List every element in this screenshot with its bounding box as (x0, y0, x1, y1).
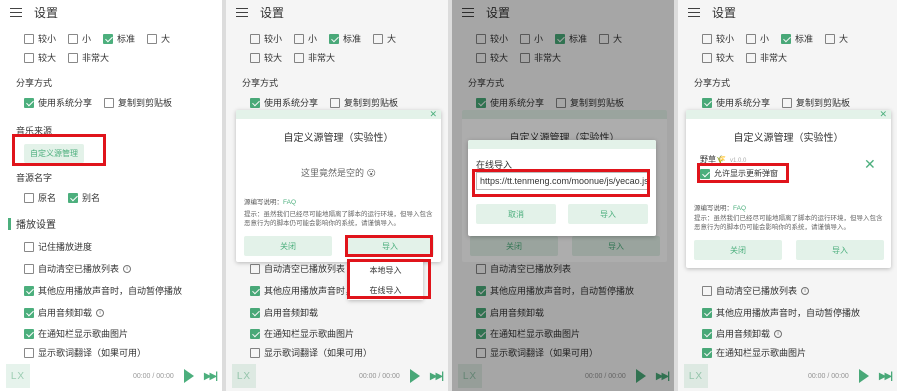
share-option[interactable]: 复制到剪贴板 (104, 96, 172, 109)
close-icon[interactable]: ✕ (429, 110, 437, 120)
playback-item[interactable]: 记住播放进度 (24, 240, 92, 253)
font-size-row-1: 较小 小 标准 大 (24, 32, 178, 45)
item-label: 其他应用播放声音时，自动暂停播放 (38, 286, 183, 296)
faq-link[interactable]: FAQ (283, 199, 296, 206)
close-icon[interactable]: ✕ (879, 110, 887, 120)
font-size-option[interactable]: 较小 (24, 32, 56, 45)
item-label: 显示歌词翻译（如果可用） (38, 348, 147, 358)
empty-text: 这里竟然是空的 😮 (301, 168, 376, 178)
font-size-option[interactable]: 标准 (103, 32, 135, 45)
highlight-box (472, 169, 650, 197)
doc-link-row: 源编写说明：FAQ (694, 202, 746, 212)
option-label: 非常大 (82, 53, 110, 63)
font-size-option[interactable]: 大 (147, 32, 170, 45)
player-bar: LX 00:00 / 00:00 ▶▶| (0, 361, 222, 391)
checkbox[interactable] (24, 263, 34, 274)
option-label: 较大 (38, 53, 57, 63)
info-icon[interactable]: i (96, 308, 105, 317)
checkbox-checked[interactable] (24, 307, 34, 318)
album-cover[interactable]: LX (6, 364, 30, 388)
link-label: 源编写说明： (694, 205, 733, 212)
play-time: 00:00 / 00:00 (132, 372, 174, 380)
checkbox[interactable] (68, 52, 79, 63)
playback-section-title: 播放设置 (8, 216, 56, 231)
option-label: 较小 (38, 34, 57, 44)
import-button[interactable]: 导入 (796, 240, 884, 260)
doc-link-row: 源编写说明：FAQ (244, 196, 296, 206)
info-icon[interactable]: i (123, 264, 132, 273)
section-label: 播放设置 (16, 220, 56, 231)
music-name-options: 原名 别名 (24, 191, 108, 204)
music-name-section-title: 音源名字 (16, 173, 53, 183)
checkbox[interactable] (104, 97, 115, 108)
option-label: 使用系统分享 (38, 98, 93, 108)
link-label: 源编写说明： (244, 199, 283, 206)
checkbox-checked[interactable] (68, 192, 79, 203)
close-button[interactable]: 关闭 (694, 240, 782, 260)
share-option[interactable]: 使用系统分享 (24, 96, 92, 109)
next-icon[interactable]: ▶▶| (204, 371, 218, 382)
warning-tip: 提示：虽然我们已经尽可能地隔离了脚本的运行环境，但导入包含恶意行为的脚本仍可能会… (244, 211, 433, 227)
option-label: 别名 (82, 193, 101, 203)
highlight-box (345, 235, 433, 257)
option-label: 原名 (38, 193, 57, 203)
dialog-header: ✕ (686, 110, 891, 119)
dialog-header: ✕ (236, 110, 441, 119)
share-section-title: 分享方式 (16, 78, 53, 88)
checkbox[interactable] (24, 347, 34, 358)
font-size-option[interactable]: 非常大 (68, 51, 109, 64)
settings-panel-2: 设置 较小 小 标准 大 较大 非常大 分享方式 使用系统分享 复制到剪贴板 自… (226, 0, 448, 391)
playback-item[interactable]: 在通知栏显示歌曲图片 (24, 327, 128, 340)
checkbox[interactable] (24, 192, 34, 203)
dialog-title: 自定义源管理（实验性） (283, 133, 394, 144)
highlight-box (697, 163, 789, 183)
dialog-title: 自定义源管理（实验性） (733, 133, 844, 144)
option-label: 小 (82, 34, 92, 44)
item-label: 记住播放进度 (38, 242, 93, 252)
option-label: 大 (161, 34, 171, 44)
item-label: 自动清空已播放列表 (38, 264, 120, 274)
share-options: 使用系统分享 复制到剪贴板 (24, 96, 180, 109)
page-title: 设置 (34, 5, 59, 20)
option-label: 复制到剪贴板 (118, 98, 173, 108)
checkbox[interactable] (147, 33, 158, 44)
confirm-import-button[interactable]: 导入 (568, 204, 648, 224)
playback-item[interactable]: 启用音频卸载 i (24, 306, 105, 319)
faq-link[interactable]: FAQ (733, 205, 746, 212)
source-manager-dialog: ✕ 自定义源管理（实验性） 野草🌾 v1.0.0 允许显示更新弹窗 ✕ 源编写说明… (686, 110, 891, 268)
remove-source-icon[interactable]: ✕ (864, 156, 876, 173)
checkbox-checked[interactable] (103, 33, 114, 44)
checkbox[interactable] (24, 33, 34, 44)
top-bar: 设置 (0, 0, 222, 24)
settings-panel-4: 设置 较小 小 标准 大 较大 非常大 分享方式 使用系统分享 复制到剪贴板 自… (678, 0, 897, 391)
dialog-header (468, 140, 656, 149)
menu-icon[interactable] (10, 7, 22, 17)
close-button[interactable]: 关闭 (244, 236, 332, 256)
highlight-box (347, 259, 431, 299)
font-size-option[interactable]: 小 (68, 32, 91, 45)
font-size-option[interactable]: 较大 (24, 51, 56, 64)
item-label: 启用音频卸载 (38, 308, 93, 318)
highlight-box (12, 134, 106, 166)
play-icon[interactable] (183, 369, 194, 383)
checkbox-checked[interactable] (24, 285, 34, 296)
item-label: 在通知栏显示歌曲图片 (38, 329, 129, 339)
font-size-row-2: 较大 非常大 (24, 51, 117, 64)
checkbox-checked[interactable] (24, 97, 34, 108)
warning-tip: 提示：虽然我们已经尽可能地隔离了脚本的运行环境，但导入包含恶意行为的脚本仍可能会… (694, 215, 883, 231)
settings-panel-1: 设置 较小 小 标准 大 较大 非常大 分享方式 使用系统分享 复制到剪贴板 音… (0, 0, 222, 391)
playback-item[interactable]: 其他应用播放声音时，自动暂停播放 (24, 284, 182, 297)
playback-item[interactable]: 显示歌词翻译（如果可用） (24, 346, 146, 359)
music-name-option[interactable]: 原名 (24, 191, 56, 204)
music-name-option[interactable]: 别名 (68, 191, 100, 204)
checkbox-checked[interactable] (24, 328, 34, 339)
playback-item[interactable]: 自动清空已播放列表 i (24, 262, 132, 275)
checkbox[interactable] (24, 52, 34, 63)
option-label: 标准 (117, 34, 136, 44)
checkbox[interactable] (24, 241, 34, 252)
settings-panel-3: 设置 较小 小 标准 大 较大 非常大 分享方式 使用系统分享 复制到剪贴板 自… (452, 0, 674, 391)
checkbox[interactable] (68, 33, 79, 44)
cancel-button[interactable]: 取消 (476, 204, 556, 224)
